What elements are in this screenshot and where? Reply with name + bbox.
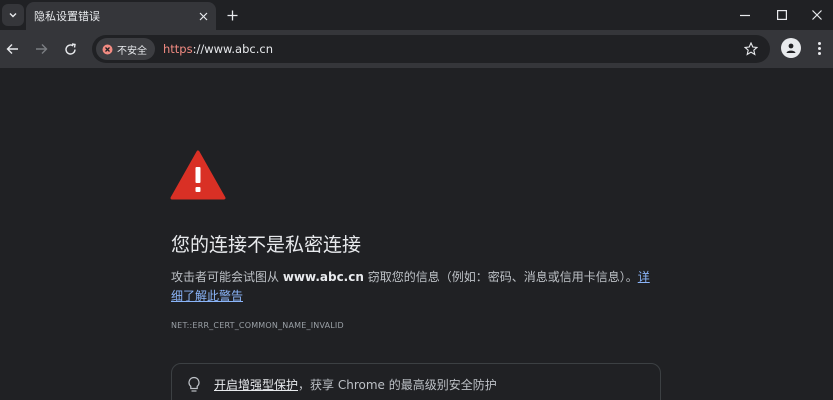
url-text[interactable]: https://www.abc.cn (163, 42, 273, 56)
new-tab-button[interactable] (222, 5, 242, 25)
error-code: NET::ERR_CERT_COMMON_NAME_INVALID (171, 321, 344, 330)
more-menu-dot (817, 51, 821, 55)
active-tab[interactable]: 隐私设置错误 (26, 2, 216, 30)
reload-icon (64, 42, 76, 55)
page-heading: 您的连接不是私密连接 (171, 234, 362, 256)
more-menu-dot (817, 46, 821, 50)
tab-close-button[interactable] (194, 7, 212, 25)
interstitial-page: 您的连接不是私密连接 攻击者可能会试图从 www.abc.cn 窃取您的信息（例… (0, 68, 833, 400)
reload-button[interactable] (59, 38, 81, 60)
tab-title: 隐私设置错误 (34, 10, 100, 23)
tab-search-button[interactable] (2, 4, 24, 26)
promo-text: 开启增强型保护，获享 Chrome 的最高级别安全防护 (214, 376, 497, 393)
profile-icon (786, 43, 796, 53)
window-close-icon (812, 10, 822, 20)
minimize-button[interactable] (733, 4, 757, 26)
minimize-icon (740, 14, 750, 17)
insecure-icon (102, 44, 113, 54)
more-menu-button[interactable] (812, 38, 826, 58)
url-host: ://www.abc.cn (192, 42, 273, 56)
maximize-icon (777, 10, 787, 20)
toolbar: 不安全 https://www.abc.cn (0, 30, 833, 68)
more-menu-icon (817, 41, 821, 45)
plus-icon (227, 10, 237, 20)
warning-icon (170, 150, 226, 200)
bookmark-button[interactable] (742, 40, 760, 58)
star-icon (744, 42, 758, 56)
forward-icon (35, 44, 47, 54)
back-icon (6, 44, 18, 54)
security-chip[interactable]: 不安全 (96, 38, 155, 60)
description-middle: 窃取您的信息（例如：密码、消息或信用卡信息）。 (363, 270, 638, 284)
warning-description: 攻击者可能会试图从 www.abc.cn 窃取您的信息（例如：密码、消息或信用卡… (171, 268, 661, 306)
enhanced-protection-promo: 开启增强型保护，获享 Chrome 的最高级别安全防护 (171, 363, 661, 400)
back-button[interactable] (1, 38, 23, 60)
url-scheme: https (163, 42, 193, 56)
tab-strip: 隐私设置错误 (0, 0, 833, 30)
forward-button[interactable] (30, 38, 52, 60)
address-bar[interactable]: 不安全 https://www.abc.cn (92, 35, 770, 63)
promo-suffix: ，获享 Chrome 的最高级别安全防护 (298, 378, 497, 392)
lightbulb-icon (188, 376, 200, 392)
close-window-button[interactable] (805, 4, 829, 26)
description-domain: www.abc.cn (282, 270, 364, 284)
enhanced-protection-link[interactable]: 开启增强型保护 (214, 378, 298, 392)
close-icon (199, 12, 207, 20)
security-label: 不安全 (117, 45, 147, 57)
profile-button[interactable] (781, 38, 801, 58)
description-prefix: 攻击者可能会试图从 (171, 270, 283, 284)
maximize-button[interactable] (770, 4, 794, 26)
tab-list-icon (9, 13, 17, 18)
